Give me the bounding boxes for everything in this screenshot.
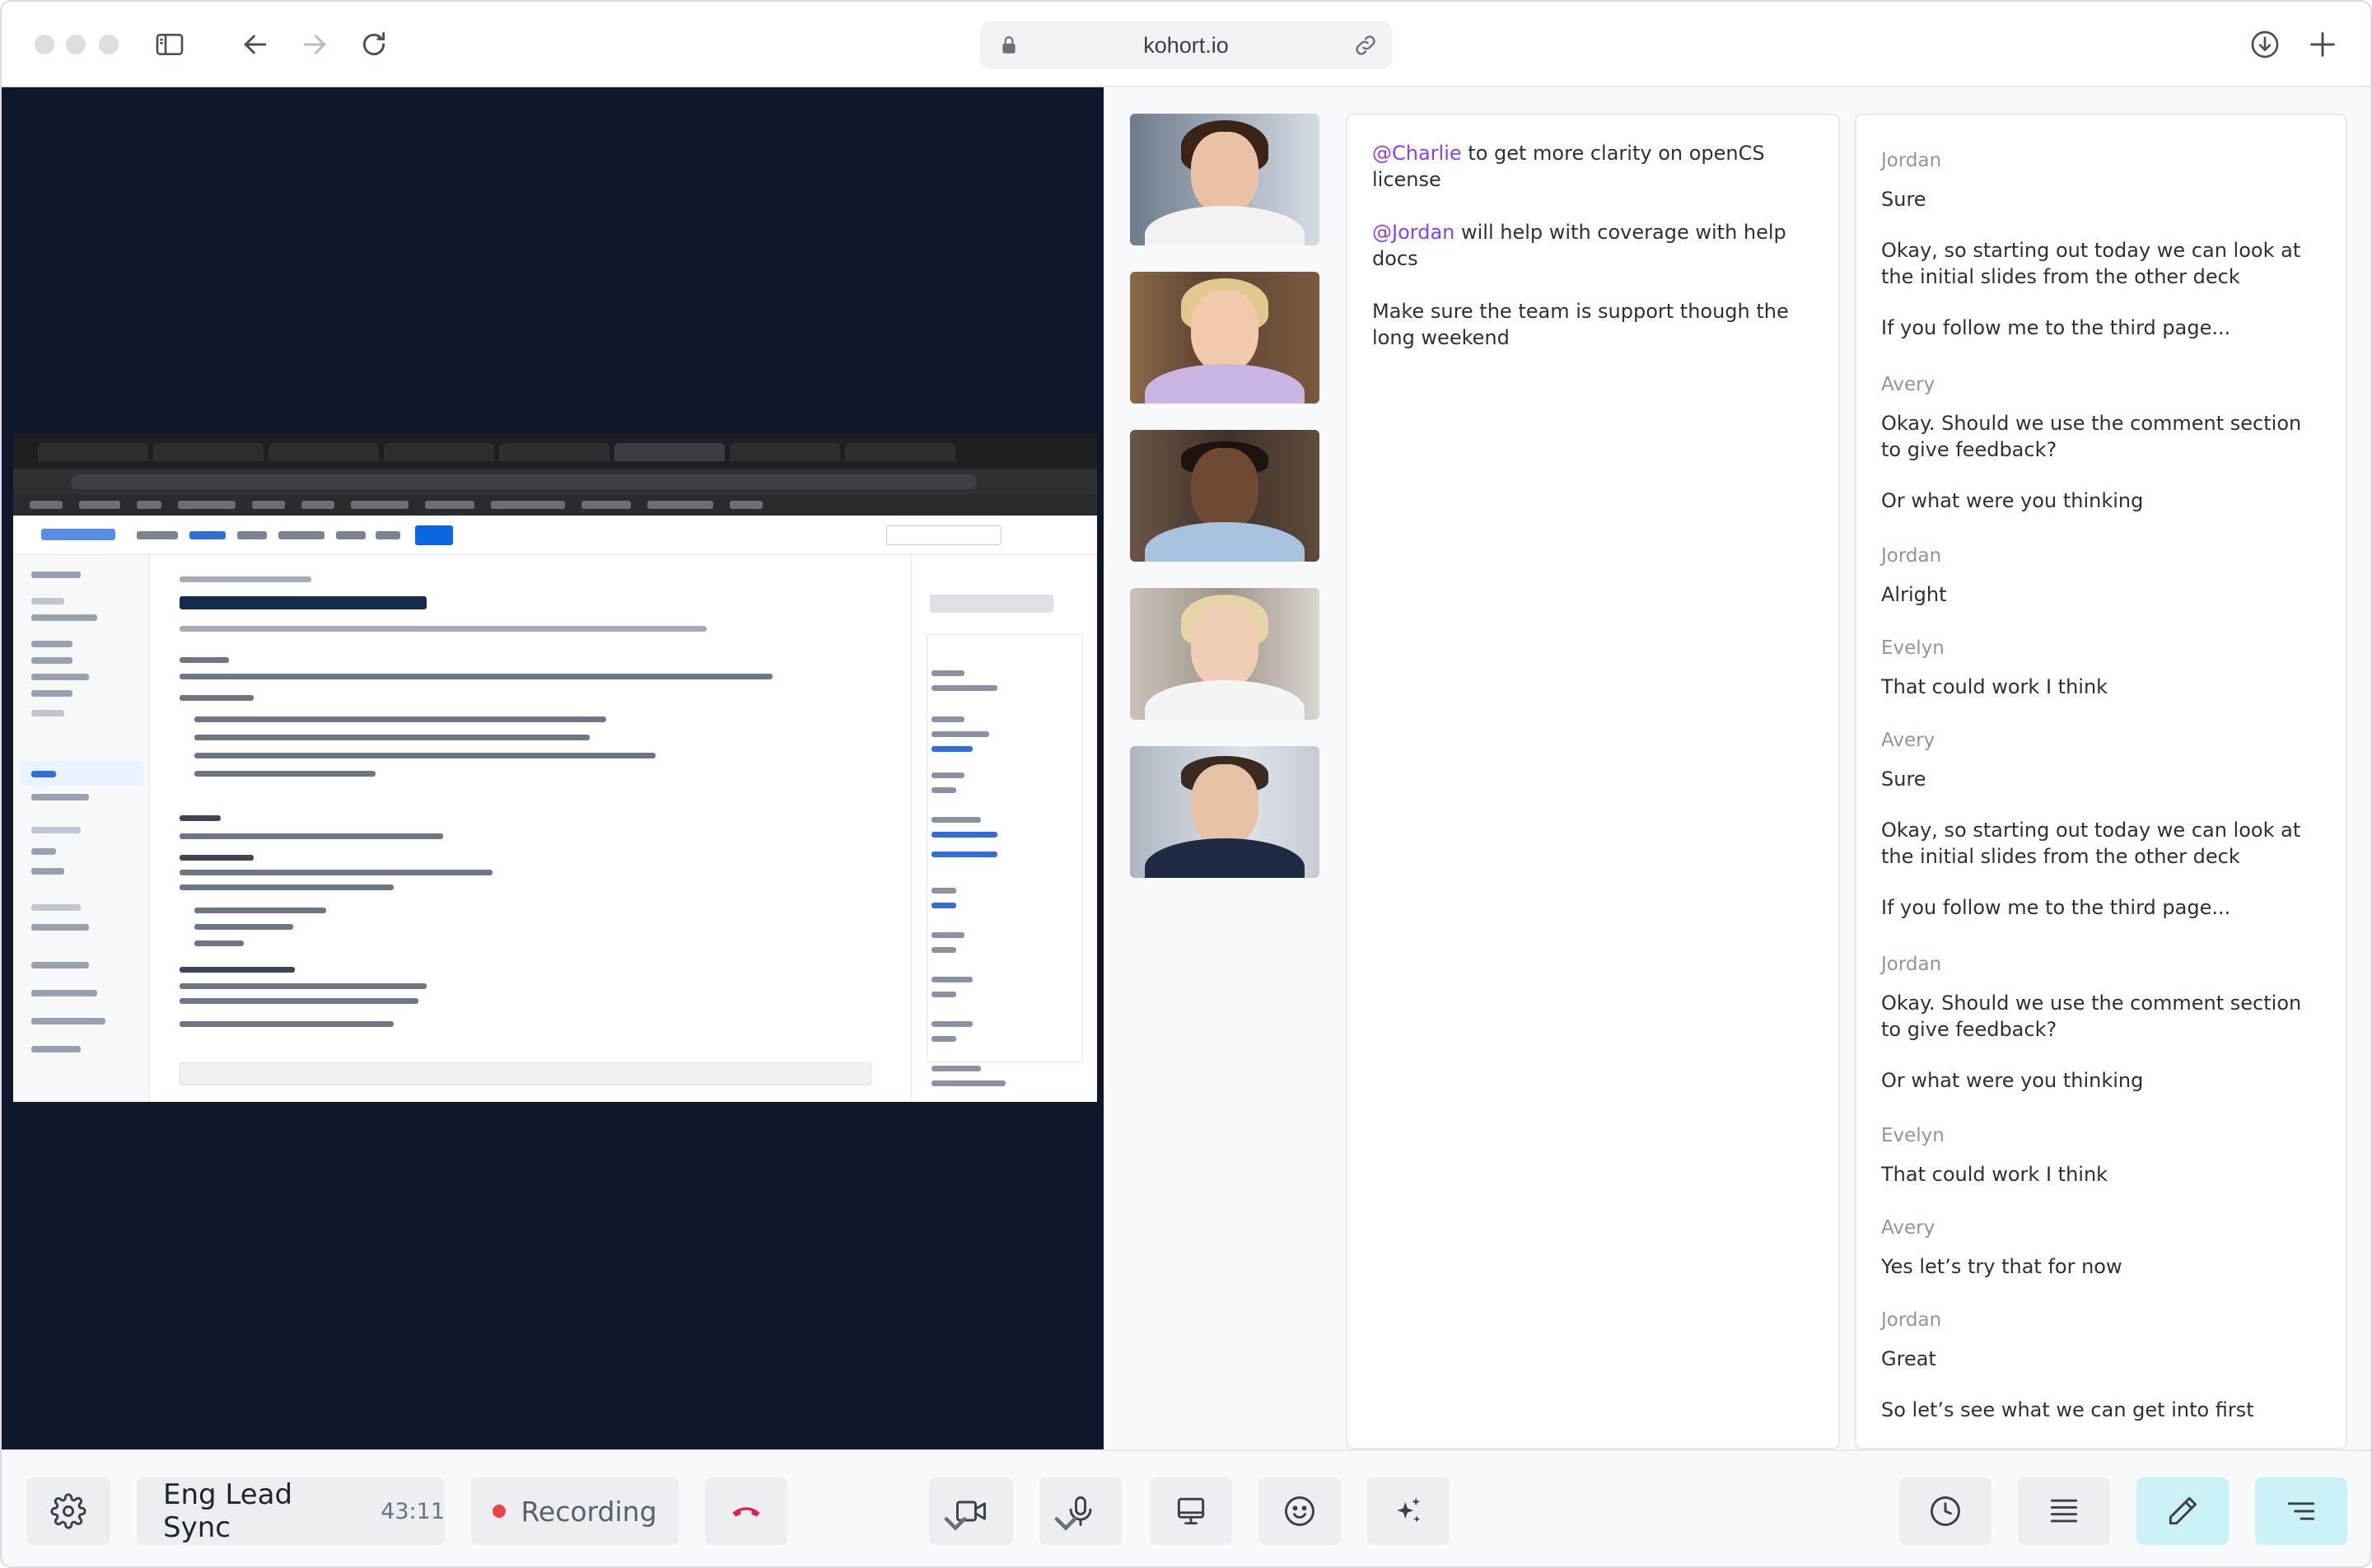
- transcript-speaker: Avery: [1881, 374, 1935, 395]
- note-mention[interactable]: @Jordan: [1372, 221, 1454, 244]
- sidebar-toggle-icon[interactable]: [152, 26, 188, 63]
- transcript-speaker: Evelyn: [1881, 637, 1945, 659]
- transcript-speaker: Jordan: [1881, 545, 1942, 567]
- recording-dot-icon: [493, 1505, 507, 1518]
- transcript-line: Okay, so starting out today we can look …: [1881, 239, 2301, 288]
- transcript-line: Sure: [1881, 188, 1926, 211]
- transcript-line: So let’s see what we can get into first: [1881, 1398, 2254, 1421]
- gear-icon: [50, 1493, 86, 1529]
- participant-video-tile[interactable]: [1130, 588, 1319, 720]
- shared-browser-toolbar: [13, 469, 1097, 494]
- transcript-entry: Jordan Alright: [1881, 544, 2326, 608]
- note-text: Make sure the team is support though the…: [1372, 300, 1789, 349]
- hang-up-button[interactable]: [705, 1477, 787, 1545]
- agenda-button[interactable]: [2018, 1477, 2110, 1545]
- transcript-speaker: Evelyn: [1881, 1125, 1945, 1146]
- shared-jira-details: [911, 555, 1097, 1102]
- participant-video-tile[interactable]: [1130, 272, 1319, 404]
- history-button[interactable]: [1899, 1477, 1991, 1545]
- transcript-entry: Avery Okay. Should we use the comment se…: [1881, 372, 2326, 514]
- monitor-icon: [1177, 1497, 1205, 1525]
- transcript-line: That could work I think: [1881, 675, 2108, 698]
- meeting-info: Eng Lead Sync 43:11: [137, 1477, 445, 1545]
- list-icon: [2050, 1499, 2078, 1523]
- back-arrow-icon[interactable]: [237, 26, 273, 63]
- sparkles-icon: [1397, 1497, 1421, 1523]
- shared-browser-tabs: [13, 433, 1097, 469]
- meeting-elapsed-time: 43:11: [381, 1498, 445, 1524]
- transcript-line: If you follow me to the third page...: [1881, 896, 2231, 919]
- transcript-line: If you follow me to the third page...: [1881, 316, 2231, 339]
- transcript-speaker: Avery: [1881, 730, 1935, 751]
- screen-share-button[interactable]: [1150, 1477, 1232, 1545]
- download-icon[interactable]: [2247, 26, 2283, 63]
- shared-jira-issue: [150, 555, 908, 1102]
- transcript-line: Or what were you thinking: [1881, 1069, 2144, 1092]
- transcript-speaker: Jordan: [1881, 954, 1942, 975]
- transcript-toggle-button[interactable]: [2255, 1477, 2347, 1545]
- participant-video-tile[interactable]: [1130, 746, 1319, 878]
- reload-icon[interactable]: [356, 26, 392, 63]
- shared-bookmarks-bar: [13, 494, 1097, 516]
- ai-assist-button[interactable]: [1367, 1477, 1450, 1545]
- participant-video-tile[interactable]: [1130, 430, 1319, 562]
- notes-panel[interactable]: @Charlie to get more clarity on openCS l…: [1346, 114, 1840, 1449]
- shared-jira-sidebar: [13, 555, 150, 1102]
- window-zoom-dot[interactable]: [99, 35, 119, 54]
- transcript-entry: Jordan Okay. Should we use the comment s…: [1881, 952, 2326, 1094]
- browser-toolbar: kohort.io: [2, 2, 2370, 87]
- share-link-icon[interactable]: [1352, 32, 1379, 58]
- transcript-entry: Avery Sure Okay, so starting out today w…: [1881, 728, 2326, 921]
- settings-button[interactable]: [26, 1477, 110, 1545]
- transcript-line: Great: [1881, 1347, 1936, 1370]
- recording-label: Recording: [521, 1495, 657, 1528]
- smiley-icon: [1285, 1496, 1314, 1526]
- transcript-line: That could work I think: [1881, 1163, 2108, 1186]
- participant-video-tile[interactable]: [1130, 114, 1319, 245]
- note-item: @Charlie to get more clarity on openCS l…: [1372, 140, 1817, 193]
- shared-jira-header: [13, 516, 1097, 555]
- forward-arrow-icon[interactable]: [296, 26, 333, 63]
- transcript-entry: Evelyn That could work I think: [1881, 1123, 2326, 1188]
- microphone-button[interactable]: [1039, 1477, 1122, 1545]
- transcript-entry: Jordan Great So let’s see what we can ge…: [1881, 1308, 2326, 1423]
- camera-button[interactable]: [929, 1477, 1013, 1545]
- shared-screen-video[interactable]: [13, 433, 1097, 1102]
- new-tab-plus-icon[interactable]: [2304, 26, 2341, 63]
- reactions-button[interactable]: [1258, 1477, 1341, 1545]
- call-controls-bar: Eng Lead Sync 43:11 Recording: [2, 1449, 2370, 1566]
- transcript-line: Yes let’s try that for now: [1881, 1255, 2122, 1278]
- window-minimize-dot[interactable]: [66, 35, 86, 54]
- meeting-title: Eng Lead Sync: [163, 1478, 293, 1544]
- transcript-speaker: Jordan: [1881, 1309, 1942, 1331]
- note-item: Make sure the team is support though the…: [1372, 298, 1817, 351]
- pencil-icon: [2169, 1496, 2197, 1525]
- address-bar[interactable]: kohort.io: [980, 21, 1392, 69]
- transcript-line: Or what were you thinking: [1881, 489, 2144, 512]
- transcript-line: Okay, so starting out today we can look …: [1881, 819, 2301, 868]
- microphone-options-chevron-icon[interactable]: [1048, 1505, 1084, 1542]
- recording-indicator[interactable]: Recording: [471, 1477, 679, 1545]
- transcript-speaker: Avery: [1881, 1217, 1935, 1239]
- address-url: kohort.io: [1143, 33, 1229, 58]
- hang-up-phone-icon: [732, 1507, 760, 1517]
- note-item: @Jordan will help with coverage with hel…: [1372, 219, 1817, 272]
- transcript-entry: Avery Yes let’s try that for now: [1881, 1216, 2326, 1280]
- notes-toggle-button[interactable]: [2136, 1477, 2229, 1545]
- main-video-stage: [2, 87, 1104, 1449]
- transcript-line: Sure: [1881, 768, 1926, 791]
- transcript-entry: Evelyn That could work I think: [1881, 636, 2326, 700]
- transcript-line: Okay. Should we use the comment section …: [1881, 992, 2302, 1041]
- transcript-panel[interactable]: Jordan Sure Okay, so starting out today …: [1855, 114, 2347, 1449]
- window-close-dot[interactable]: [35, 35, 54, 54]
- browser-window: kohort.io @Charlie to get more clarity o…: [0, 0, 2372, 1568]
- note-mention[interactable]: @Charlie: [1372, 142, 1462, 165]
- transcript-line: Okay. Should we use the comment section …: [1881, 412, 2302, 461]
- transcript-speaker: Jordan: [1881, 150, 1942, 171]
- clock-icon: [1931, 1496, 1960, 1526]
- transcript-entry: Jordan Sure Okay, so starting out today …: [1881, 148, 2326, 341]
- transcript-line: Alright: [1881, 583, 1947, 606]
- transcript-lines-icon: [2287, 1502, 2315, 1520]
- camera-options-chevron-icon[interactable]: [937, 1505, 974, 1542]
